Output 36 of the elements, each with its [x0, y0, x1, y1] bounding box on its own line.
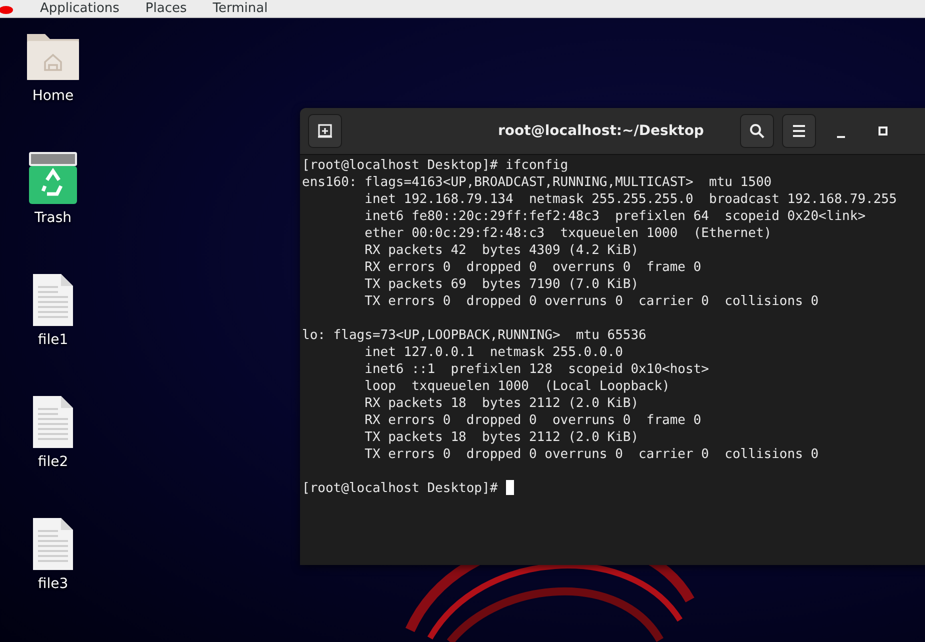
- menu-button[interactable]: [782, 114, 816, 148]
- search-button[interactable]: [740, 114, 774, 148]
- desktop-icon-label[interactable]: file3: [38, 576, 68, 592]
- menu-icon: [792, 124, 806, 138]
- new-tab-icon: [317, 123, 333, 139]
- terminal-output-line: TX packets 69 bytes 7190 (7.0 KiB): [364, 277, 639, 292]
- terminal-output-line: RX errors 0 dropped 0 overruns 0 frame 0: [364, 413, 702, 428]
- desktop-icon-label[interactable]: file1: [38, 332, 68, 348]
- terminal-output-line: ens160: flags=4163<UP,BROADCAST,RUNNING,MULTICAST> mtu 1500: [302, 175, 772, 190]
- terminal-output-line: TX errors 0 dropped 0 overruns 0 carrier 0 collisions 0: [364, 447, 819, 462]
- new-tab-button[interactable]: [308, 114, 342, 148]
- search-icon: [749, 123, 765, 139]
- terminal-output-line: TX errors 0 dropped 0 overruns 0 carrier 0 collisions 0: [364, 294, 819, 309]
- terminal-prompt-line: [root@localhost Desktop]#: [302, 481, 499, 496]
- terminal-output-line: inet6 ::1 prefixlen 128 scopeid 0x10<host>: [364, 362, 709, 377]
- top-bar-menu[interactable]: Applications: [40, 0, 120, 16]
- terminal-output-line: RX errors 0 dropped 0 overruns 0 frame 0: [364, 260, 702, 275]
- window-title: root@localhost:~/Desktop: [497, 123, 705, 139]
- desktop-icon-label[interactable]: Trash: [34, 210, 72, 226]
- top-bar-menu[interactable]: Places: [145, 0, 187, 16]
- terminal-output-line: RX packets 42 bytes 4309 (4.2 KiB): [364, 243, 639, 258]
- terminal-output-line: inet 192.168.79.134 netmask 255.255.255.0 broadcast 192.168.79.255: [364, 192, 897, 207]
- top-bar-menu[interactable]: Terminal: [212, 0, 268, 16]
- maximize-icon: [878, 126, 888, 136]
- desktop-icon-label[interactable]: Home: [32, 88, 74, 104]
- hat-logo-icon: [0, 4, 14, 14]
- desktop-icon-label[interactable]: file2: [38, 454, 68, 470]
- terminal-output-line: inet 127.0.0.1 netmask 255.0.0.0: [364, 345, 623, 360]
- terminal-output-line: RX packets 18 bytes 2112 (2.0 KiB): [364, 396, 639, 411]
- minimize-icon: [836, 136, 846, 138]
- terminal-output-line: TX packets 18 bytes 2112 (2.0 KiB): [364, 430, 639, 445]
- terminal-prompt-line: [root@localhost Desktop]# ifconfig: [302, 158, 568, 173]
- terminal-output-line: inet6 fe80::20c:29ff:fef2:48c3 prefixlen 64 scopeid 0x20<link>: [364, 209, 866, 224]
- terminal-output-line: ether 00:0c:29:f2:48:c3 txqueuelen 1000 (Ethernet): [364, 226, 772, 241]
- terminal-output-line: loop txqueuelen 1000 (Local Loopback): [364, 379, 670, 394]
- terminal-output-line: lo: flags=73<UP,LOOPBACK,RUNNING> mtu 65536: [302, 328, 646, 343]
